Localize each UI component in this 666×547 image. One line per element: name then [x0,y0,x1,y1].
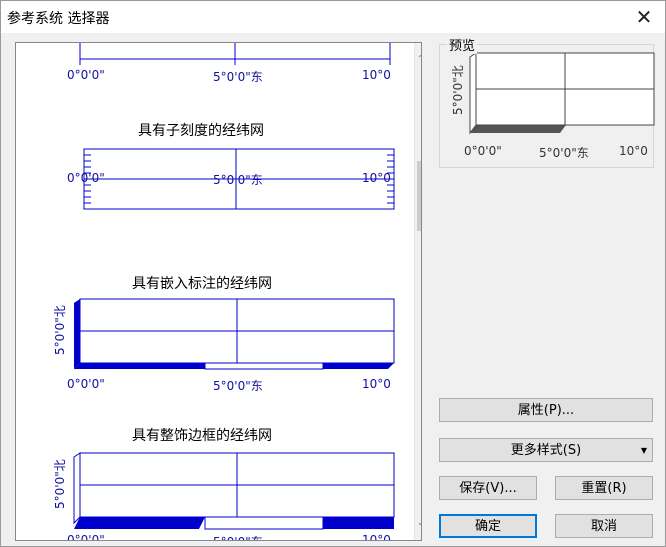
preview-label: 预览 [447,35,478,54]
list-item-title: 具有子刻度的经纬网 [138,123,264,139]
style-list[interactable]: 0°0'0" 5°0'0"东 10°0 具有子刻度的经纬网 0°0'0" 5°0… [15,42,422,541]
title-bar: 参考系统 选择器 ✕ [1,1,665,33]
graticule-preview [73,452,395,530]
more-styles-button[interactable]: 更多样式(S) ▼ [439,438,653,462]
close-icon[interactable]: ✕ [631,5,657,29]
lon-label: 5°0'0"东 [213,173,263,187]
lon-label: 10°0 [362,533,391,541]
lon-label: 5°0'0"东 [213,533,263,540]
preview-lat-label: 5°0'0"北 [451,65,465,115]
lon-label: 0°0'0" [67,171,105,185]
lon-label: 0°0'0" [67,377,105,391]
vertical-scrollbar[interactable]: ︿ ﹀ [414,43,422,540]
lon-label: 5°0'0"东 [213,70,263,84]
more-styles-label: 更多样式(S) [510,443,582,458]
preview-graticule [469,52,655,135]
cancel-button[interactable]: 取消 [555,514,653,538]
dialog-title: 参考系统 选择器 [7,11,110,27]
save-button[interactable]: 保存(V)... [439,476,537,500]
dropdown-arrow-icon: ▼ [640,446,647,455]
list-item-title: 具有嵌入标注的经纬网 [132,276,272,292]
preview-lon-label: 5°0'0"东 [539,146,589,160]
lon-label: 10°0 [362,171,391,185]
lat-label: 5°0'0"北 [53,305,67,355]
scroll-thumb[interactable] [417,161,421,231]
preview-lon-label: 10°0 [619,144,648,158]
preview-lon-label: 0°0'0" [464,144,502,158]
lon-label: 10°0 [362,68,391,82]
lon-label: 10°0 [362,377,391,391]
scroll-down-icon[interactable]: ﹀ [415,520,422,538]
lat-label: 5°0'0"北 [53,459,67,509]
list-item-title: 具有整饰边框的经纬网 [132,428,272,444]
lon-label: 0°0'0" [67,533,105,541]
properties-button[interactable]: 属性(P)... [439,398,653,422]
ok-button[interactable]: 确定 [439,514,537,538]
scroll-up-icon[interactable]: ︿ [415,44,422,62]
reference-system-selector-dialog: 参考系统 选择器 ✕ 0°0'0" 5°0'0"东 10°0 具有子刻度的经纬网 [0,0,666,547]
lon-label: 0°0'0" [67,68,105,82]
reset-button[interactable]: 重置(R) [555,476,653,500]
lon-label: 5°0'0"东 [213,379,263,393]
graticule-preview [74,298,395,370]
preview-panel: 5°0'0"北 0°0'0" 5°0'0"东 10°0 [439,44,655,168]
